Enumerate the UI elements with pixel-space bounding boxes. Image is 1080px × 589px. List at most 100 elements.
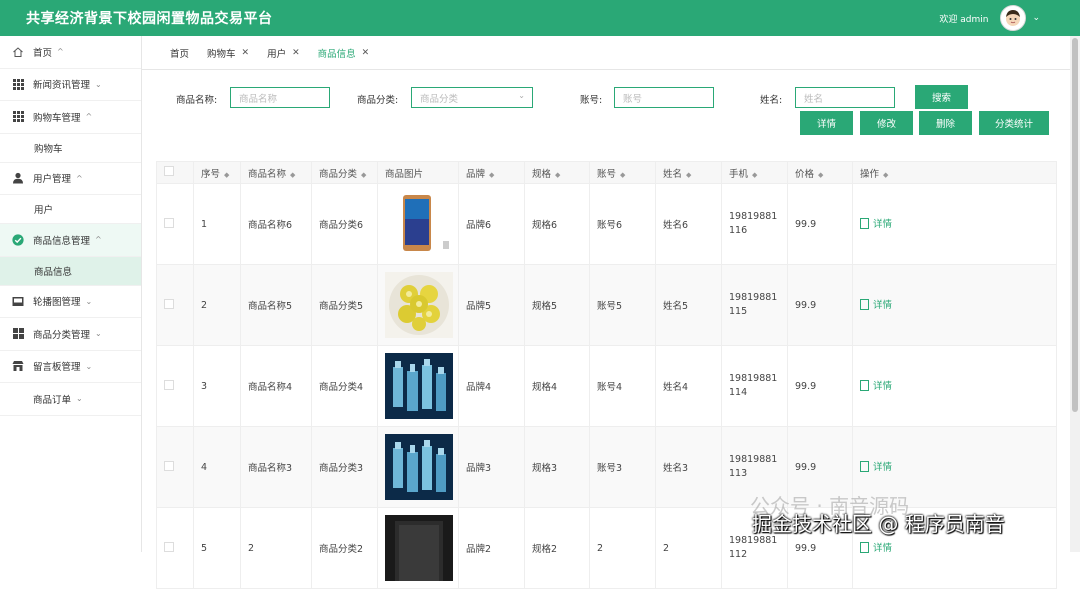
chevron-up-icon: ^ bbox=[57, 47, 64, 57]
sort-icon: ◆ bbox=[818, 170, 824, 179]
detail-link[interactable]: 详情 bbox=[860, 216, 892, 230]
avatar[interactable] bbox=[1000, 5, 1027, 31]
category-stats-button[interactable]: 分类统计 bbox=[979, 111, 1049, 135]
row-checkbox[interactable] bbox=[156, 183, 194, 265]
product-thumbnail bbox=[385, 515, 453, 581]
cell-account: 账号4 bbox=[589, 345, 656, 427]
cell-spec: 规格2 bbox=[524, 507, 590, 589]
close-icon[interactable]: ✕ bbox=[362, 48, 370, 58]
close-icon[interactable]: ✕ bbox=[242, 48, 250, 58]
account-input[interactable]: 账号 bbox=[614, 87, 714, 108]
vertical-scrollbar[interactable] bbox=[1070, 36, 1080, 552]
detail-link[interactable]: 详情 bbox=[860, 459, 892, 473]
sidebar-item-user-manage[interactable]: 用户管理 ^ bbox=[0, 163, 141, 195]
sidebar-item-goods[interactable]: 商品信息 bbox=[0, 256, 141, 286]
tab-label: 首页 bbox=[170, 48, 190, 60]
username-input[interactable]: 姓名 bbox=[795, 87, 895, 108]
column-header[interactable]: 手机 ◆ bbox=[721, 161, 788, 184]
cell-image bbox=[377, 507, 459, 589]
chevron-up-icon: ^ bbox=[95, 235, 102, 245]
row-checkbox[interactable] bbox=[156, 507, 194, 589]
goods-category-select[interactable]: 商品分类 ⌄ bbox=[411, 87, 533, 108]
sidebar-item-cart-manage[interactable]: 购物车管理 ^ bbox=[0, 101, 141, 134]
chevron-down-icon[interactable]: ⌄ bbox=[1032, 13, 1040, 23]
tab-user[interactable]: 用户 ✕ bbox=[267, 46, 300, 60]
placeholder: 商品分类 bbox=[420, 93, 459, 105]
sidebar-item-label: 商品信息管理 bbox=[33, 235, 91, 247]
column-header[interactable]: 品牌 ◆ bbox=[458, 161, 525, 184]
table-header-row: 序号 ◆ 商品名称 ◆ 商品分类 ◆ 商品图片 品牌 ◆ 规格 ◆ 账号 ◆ 姓名 ◆ 手机 ◆… bbox=[156, 161, 1057, 184]
sidebar-item-label: 购物车 bbox=[34, 143, 63, 155]
sidebar-item-user[interactable]: 用户 bbox=[0, 195, 141, 224]
table-row[interactable]: 2 商品名称5 商品分类5 品牌5 规格5 账号5 姓名5 19819881115 99.9 详情 bbox=[156, 264, 1057, 346]
detail-link[interactable]: 详情 bbox=[860, 297, 892, 311]
cell-category: 商品分类4 bbox=[311, 345, 378, 427]
image-icon bbox=[12, 295, 24, 307]
watermark-line-2: 掘金技术社区 @ 程序员南音 bbox=[752, 512, 1005, 536]
cell-image bbox=[377, 345, 459, 427]
check-circle-icon bbox=[12, 234, 24, 246]
cell-goods-name: 商品名称4 bbox=[240, 345, 312, 427]
detail-button[interactable]: 详情 bbox=[800, 111, 853, 135]
cell-category: 商品分类2 bbox=[311, 507, 378, 589]
chevron-down-icon: ⌄ bbox=[76, 394, 83, 404]
sidebar-item-news[interactable]: 新闻资讯管理 ⌄ bbox=[0, 69, 141, 101]
column-header[interactable]: 商品分类 ◆ bbox=[311, 161, 378, 184]
column-header[interactable]: 姓名 ◆ bbox=[655, 161, 722, 184]
cell-index: 3 bbox=[193, 345, 241, 427]
cell-goods-name: 商品名称3 bbox=[240, 426, 312, 508]
cell-brand: 品牌6 bbox=[458, 183, 525, 265]
tab-cart[interactable]: 购物车 ✕ bbox=[207, 46, 249, 60]
search-button[interactable]: 搜索 bbox=[915, 85, 968, 109]
tab-label: 购物车 bbox=[207, 48, 236, 60]
sidebar-item-home[interactable]: 首页 ^ bbox=[0, 36, 141, 69]
product-thumbnail bbox=[385, 191, 453, 257]
cell-image bbox=[377, 264, 459, 346]
cell-price: 99.9 bbox=[787, 183, 853, 265]
sidebar-item-category[interactable]: 商品分类管理 ⌄ bbox=[0, 318, 141, 351]
product-thumbnail bbox=[385, 272, 453, 338]
chevron-down-icon: ⌄ bbox=[85, 296, 93, 306]
sidebar-item-message[interactable]: 留言板管理 ⌄ bbox=[0, 351, 141, 383]
sort-icon: ◆ bbox=[883, 170, 889, 179]
detail-link[interactable]: 详情 bbox=[860, 540, 892, 554]
tab-goods-info[interactable]: 商品信息 ✕ bbox=[318, 46, 370, 60]
column-header[interactable]: 价格 ◆ bbox=[787, 161, 853, 184]
sidebar-item-carousel[interactable]: 轮播图管理 ⌄ bbox=[0, 286, 141, 318]
edit-button[interactable]: 修改 bbox=[860, 111, 913, 135]
cell-account: 账号5 bbox=[589, 264, 656, 346]
tab-label: 用户 bbox=[267, 48, 287, 60]
detail-link[interactable]: 详情 bbox=[860, 378, 892, 392]
sort-icon: ◆ bbox=[224, 170, 230, 179]
close-icon[interactable]: ✕ bbox=[292, 48, 300, 58]
user-area[interactable]: 欢迎 admin ⌄ bbox=[939, 5, 1040, 31]
table-row[interactable]: 4 商品名称3 商品分类3 品牌3 规格3 账号3 姓名3 19819881113 99.9 详情 bbox=[156, 426, 1057, 508]
sidebar-item-cart[interactable]: 购物车 bbox=[0, 134, 141, 163]
chevron-up-icon: ^ bbox=[85, 112, 93, 122]
goods-name-input[interactable]: 商品名称 bbox=[230, 87, 330, 108]
column-header[interactable]: 商品名称 ◆ bbox=[240, 161, 312, 184]
column-header[interactable]: 序号 ◆ bbox=[193, 161, 241, 184]
document-icon bbox=[860, 298, 869, 310]
grid-icon bbox=[12, 328, 24, 340]
column-header[interactable]: 规格 ◆ bbox=[524, 161, 590, 184]
cell-index: 2 bbox=[193, 264, 241, 346]
table-row[interactable]: 3 商品名称4 商品分类4 品牌4 规格4 账号4 姓名4 19819881114 99.9 详情 bbox=[156, 345, 1057, 427]
tab-home[interactable]: 首页 bbox=[170, 46, 189, 60]
sidebar-item-orders[interactable]: 商品订单 ⌄ bbox=[0, 383, 141, 416]
document-icon bbox=[860, 217, 869, 229]
row-checkbox[interactable] bbox=[156, 426, 194, 508]
scrollbar-thumb[interactable] bbox=[1072, 38, 1078, 412]
sidebar-item-label: 商品分类管理 bbox=[33, 329, 91, 341]
select-all-checkbox[interactable] bbox=[156, 161, 194, 184]
column-header[interactable]: 账号 ◆ bbox=[589, 161, 656, 184]
cell-actions: 详情 bbox=[852, 345, 1057, 427]
table-row[interactable]: 1 商品名称6 商品分类6 品牌6 规格6 账号6 姓名6 19819881116 99.9 详情 bbox=[156, 183, 1057, 265]
row-checkbox[interactable] bbox=[156, 345, 194, 427]
cell-username: 2 bbox=[655, 507, 722, 589]
sidebar-item-goods-manage[interactable]: 商品信息管理 ^ bbox=[0, 224, 141, 257]
column-header[interactable]: 操作 ◆ bbox=[852, 161, 1057, 184]
cell-spec: 规格4 bbox=[524, 345, 590, 427]
delete-button[interactable]: 删除 bbox=[919, 111, 972, 135]
row-checkbox[interactable] bbox=[156, 264, 194, 346]
